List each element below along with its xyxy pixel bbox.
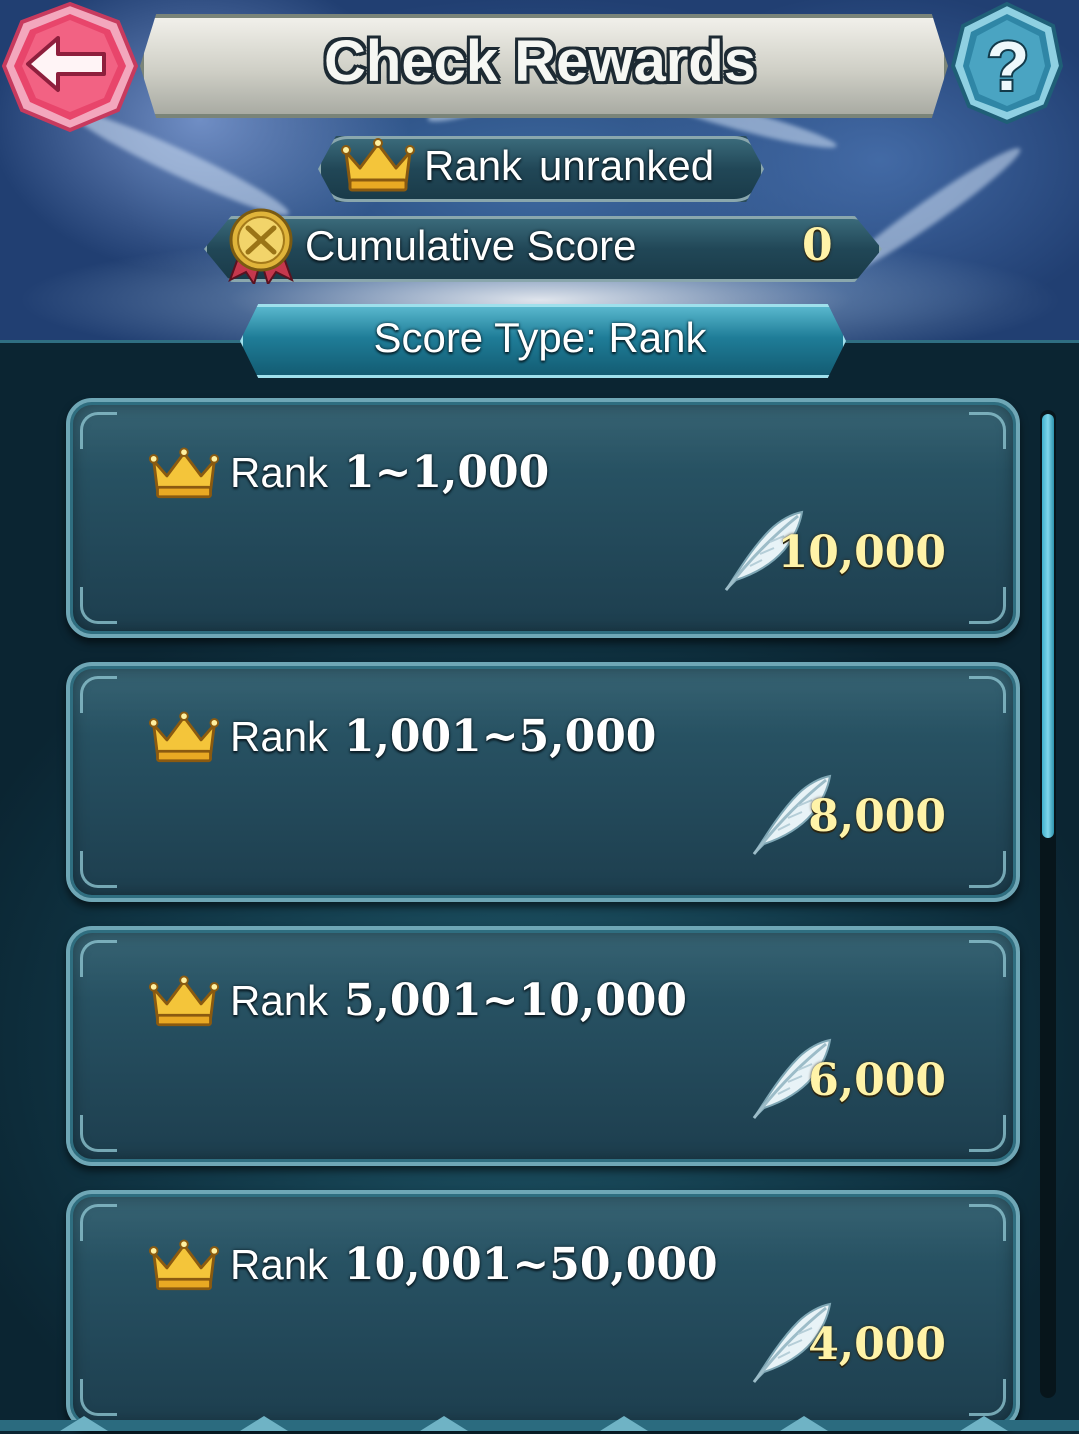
reward-rank-range: 10,001~50,000	[344, 1239, 718, 1290]
card-corner-ornament	[80, 940, 117, 977]
crown-icon	[148, 710, 220, 766]
crown-icon	[148, 974, 220, 1030]
card-corner-ornament	[80, 1379, 117, 1416]
reward-feather-amount: 4,000	[808, 1319, 946, 1370]
reward-rank-label: Rank	[230, 713, 329, 760]
reward-feather-amount: 6,000	[808, 1055, 946, 1106]
reward-feather-amount: 8,000	[808, 791, 946, 842]
reward-rank-range: 5,001~10,000	[344, 975, 688, 1026]
bottom-border-decoration	[0, 1416, 1079, 1431]
reward-rank-label: Rank	[230, 1241, 329, 1288]
reward-feather-amount: 10,000	[777, 527, 946, 578]
card-corner-ornament	[80, 587, 117, 624]
reward-rank-label: Rank	[230, 977, 329, 1024]
card-corner-ornament	[80, 851, 117, 888]
svg-text:?: ?	[987, 27, 1030, 105]
card-corner-ornament	[80, 676, 117, 713]
page-title: Check Rewards	[324, 29, 756, 94]
rank-value: unranked	[539, 142, 715, 189]
reward-card: Rank 5,001~10,000 6,000	[66, 926, 1020, 1166]
card-corner-ornament	[969, 1115, 1006, 1152]
gold-medal-icon	[228, 208, 294, 284]
back-arrow-icon	[1, 1, 139, 133]
reward-rank-label: Rank	[230, 449, 329, 496]
reward-rank-range: 1,001~5,000	[344, 711, 657, 762]
card-corner-ornament	[80, 1204, 117, 1241]
crown-icon	[148, 1238, 220, 1294]
card-corner-ornament	[969, 851, 1006, 888]
score-type-label[interactable]: Score Type: Rank	[240, 304, 840, 372]
scrollbar-thumb[interactable]	[1042, 414, 1054, 838]
card-corner-ornament	[969, 1204, 1006, 1241]
crown-icon	[148, 446, 220, 502]
cumulative-score-label: Cumulative Score	[305, 222, 637, 269]
help-button[interactable]: ?	[945, 0, 1065, 126]
reward-rank-range: 1~1,000	[344, 447, 550, 498]
card-corner-ornament	[969, 676, 1006, 713]
crown-icon	[341, 138, 415, 192]
card-corner-ornament	[969, 412, 1006, 449]
back-button[interactable]	[0, 0, 140, 134]
card-corner-ornament	[969, 587, 1006, 624]
rank-label: Rank	[424, 142, 523, 189]
cumulative-score-value: 0	[802, 220, 833, 271]
card-corner-ornament	[969, 1379, 1006, 1416]
reward-card: Rank 10,001~50,000 4,000	[66, 1190, 1020, 1430]
card-corner-ornament	[969, 940, 1006, 977]
reward-card: Rank 1,001~5,000 8,000	[66, 662, 1020, 902]
reward-card: Rank 1~1,000 10,000	[66, 398, 1020, 638]
question-mark-icon: ?	[950, 1, 1064, 125]
card-corner-ornament	[80, 1115, 117, 1152]
card-corner-ornament	[80, 412, 117, 449]
